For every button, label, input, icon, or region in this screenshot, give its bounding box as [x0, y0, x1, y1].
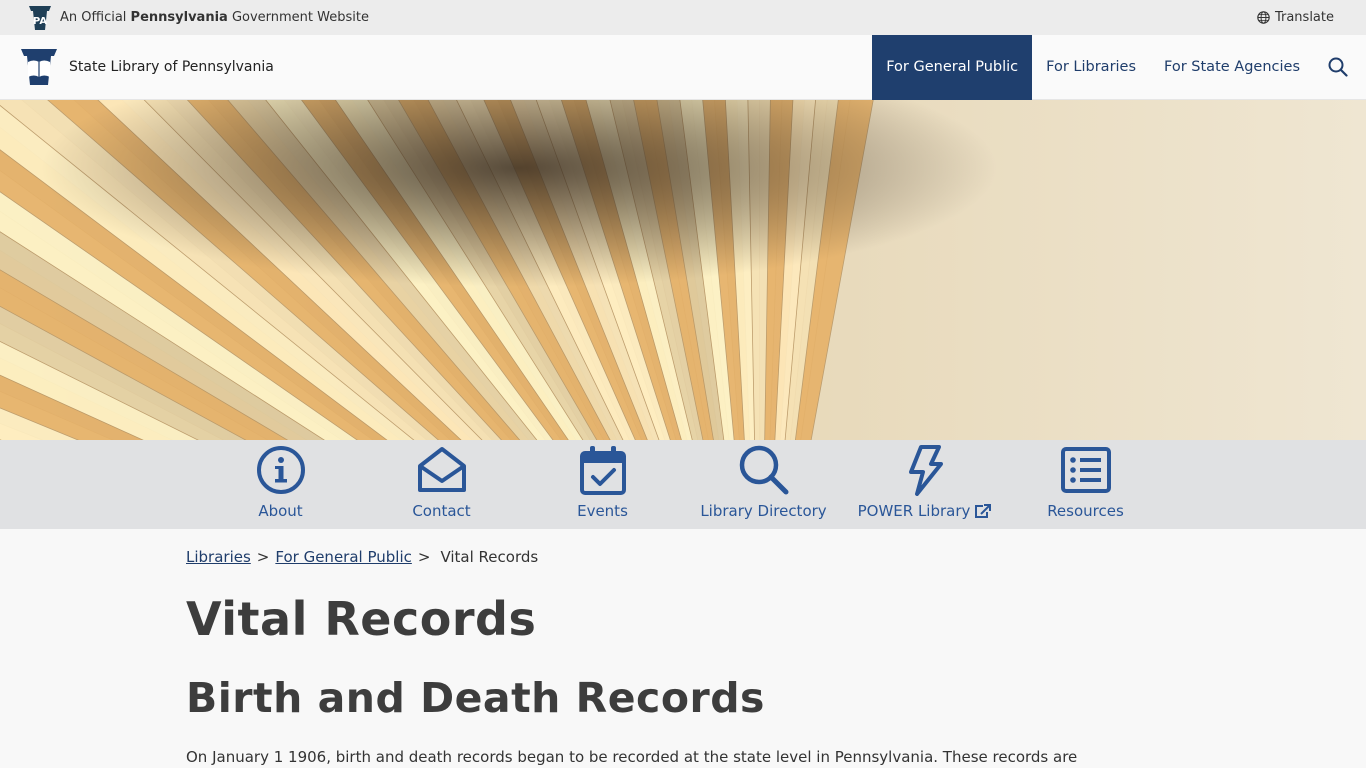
hero-banner-image — [0, 100, 1366, 440]
official-text: An Official Pennsylvania Government Webs… — [60, 10, 369, 25]
quick-link-label: POWER Library — [858, 502, 992, 520]
main-content: Libraries > For General Public > Vital R… — [0, 529, 1366, 766]
search-icon — [739, 445, 788, 495]
section-heading: Birth and Death Records — [186, 674, 765, 722]
official-notice: PA An Official Pennsylvania Government W… — [28, 5, 369, 31]
breadcrumb-current: Vital Records — [440, 548, 539, 566]
nav-for-libraries[interactable]: For Libraries — [1032, 35, 1150, 100]
main-nav: For General Public For Libraries For Sta… — [872, 34, 1366, 100]
intro-paragraph: On January 1 1906, birth and death recor… — [186, 748, 1078, 766]
breadcrumb-link-for-general-public[interactable]: For General Public — [275, 548, 411, 566]
quick-link-power-library[interactable]: POWER Library — [844, 440, 1005, 529]
pa-keystone-icon: PA — [29, 5, 51, 30]
quick-links-bar: About Contact Events Library Directory P… — [0, 440, 1366, 529]
site-header: State Library of Pennsylvania For Genera… — [0, 34, 1366, 100]
nav-for-general-public[interactable]: For General Public — [872, 34, 1033, 100]
breadcrumb-link-libraries[interactable]: Libraries — [186, 548, 251, 566]
calendar-check-icon — [579, 446, 626, 495]
library-keystone-logo-icon — [21, 49, 57, 85]
quick-link-label: Events — [577, 502, 628, 520]
quick-link-label: Library Directory — [700, 502, 827, 520]
quick-link-about[interactable]: About — [200, 440, 361, 529]
quick-link-contact[interactable]: Contact — [361, 440, 522, 529]
search-button[interactable] — [1314, 35, 1366, 100]
official-government-bar: PA An Official Pennsylvania Government W… — [0, 0, 1366, 35]
breadcrumb-separator: > — [417, 548, 431, 566]
nav-for-state-agencies[interactable]: For State Agencies — [1150, 35, 1314, 100]
site-name: State Library of Pennsylvania — [69, 59, 274, 75]
site-brand-link[interactable]: State Library of Pennsylvania — [0, 47, 274, 87]
page-title: Vital Records — [186, 592, 537, 646]
quick-link-events[interactable]: Events — [522, 440, 683, 529]
list-icon — [1060, 447, 1111, 493]
envelope-icon — [417, 447, 466, 492]
lightning-icon — [908, 445, 943, 496]
breadcrumb-separator: > — [256, 548, 270, 566]
breadcrumb: Libraries > For General Public > Vital R… — [186, 548, 1366, 566]
quick-link-label: About — [258, 502, 303, 520]
quick-link-library-directory[interactable]: Library Directory — [683, 440, 844, 529]
translate-label: Translate — [1274, 10, 1334, 25]
translate-button[interactable]: Translate — [1257, 10, 1334, 25]
search-icon — [1328, 57, 1348, 77]
info-icon — [256, 446, 305, 494]
globe-icon — [1257, 11, 1270, 24]
quick-link-resources[interactable]: Resources — [1005, 440, 1166, 529]
svg-text:PA: PA — [33, 16, 47, 27]
quick-link-label: Resources — [1047, 502, 1124, 520]
quick-link-label: Contact — [412, 502, 471, 520]
external-link-icon — [975, 503, 992, 518]
